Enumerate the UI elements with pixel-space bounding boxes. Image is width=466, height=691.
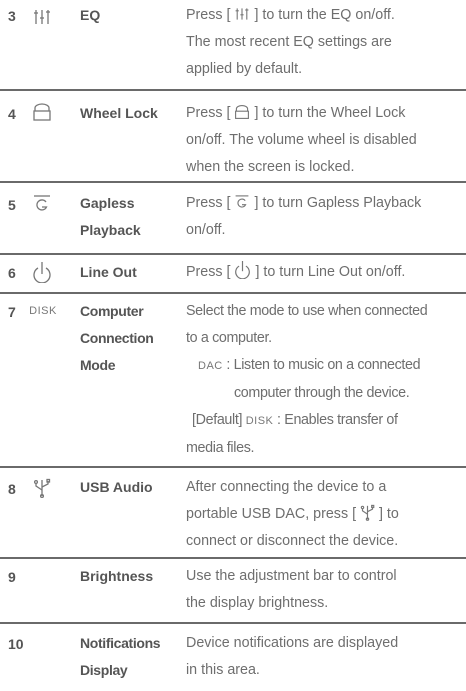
- line-out-icon: [234, 260, 251, 279]
- table-row-brightness: 9 Brightness Use the adjustment bar to c…: [0, 559, 466, 624]
- line-out-icon: [30, 261, 54, 283]
- row-number: 8: [8, 481, 16, 497]
- row-description: Press [ ] to turn Gapless Playback on/of…: [186, 193, 422, 238]
- table-row-line-out: 6 Line Out Press [ ] to turn Line Out on…: [0, 255, 466, 294]
- row-label: Wheel Lock: [80, 105, 158, 121]
- gapless-icon: [234, 193, 250, 210]
- row-number: 10: [8, 636, 24, 652]
- gapless-icon: [30, 193, 54, 213]
- row-number: 3: [8, 8, 16, 24]
- row-number: 4: [8, 106, 16, 122]
- table-row-usb-audio: 8 USB Audio After connecting the device …: [0, 468, 466, 559]
- row-label: Computer Connection Mode: [80, 303, 154, 373]
- row-label: Line Out: [80, 264, 137, 280]
- row-number: 6: [8, 265, 16, 281]
- disk-mode-icon: DISK: [29, 305, 57, 317]
- eq-icon: [234, 6, 250, 22]
- row-number: 7: [8, 304, 16, 320]
- usb-icon: [360, 504, 375, 521]
- row-description: Press [ ] to turn the EQ on/off. The mos…: [186, 6, 395, 77]
- row-label: Gapless Playback: [80, 195, 141, 238]
- table-row-gapless-playback: 5 Gapless Playback Press [ ] to turn Gap…: [0, 183, 466, 255]
- eq-icon: [30, 8, 54, 26]
- row-label: USB Audio: [80, 479, 153, 495]
- row-description: Press [ ] to turn Line Out on/off.: [186, 259, 464, 286]
- row-label: Notifications Display: [80, 635, 161, 678]
- row-number: 5: [8, 197, 16, 213]
- disk-mode-label: DISK: [245, 415, 274, 427]
- lock-icon: [30, 103, 54, 121]
- row-description: Device notifications are displayed in th…: [186, 635, 399, 678]
- lock-icon: [234, 104, 250, 120]
- dac-mode-label: DAC: [198, 360, 223, 372]
- row-label: Brightness: [80, 568, 154, 584]
- row-number: 9: [8, 569, 16, 585]
- table-row-computer-connection-mode: 7 DISK Computer Connection Mode Select t…: [0, 294, 466, 468]
- row-description: Use the adjustment bar to control the di…: [186, 568, 397, 611]
- table-row-notifications-display: 10 Notifications Display Device notifica…: [0, 624, 466, 691]
- row-description: Press [ ] to turn the Wheel Lock on/off.…: [186, 104, 417, 175]
- row-description: After connecting the device to a portabl…: [186, 479, 399, 549]
- row-description: Select the mode to use when connected to…: [186, 303, 428, 456]
- table-row-eq: 3 EQ Press [ ] to turn the EQ on/off. Th…: [0, 0, 466, 91]
- usb-icon: [30, 478, 54, 498]
- table-row-wheel-lock: 4 Wheel Lock Press [ ] to turn the Wheel…: [0, 91, 466, 183]
- row-label: EQ: [80, 7, 101, 23]
